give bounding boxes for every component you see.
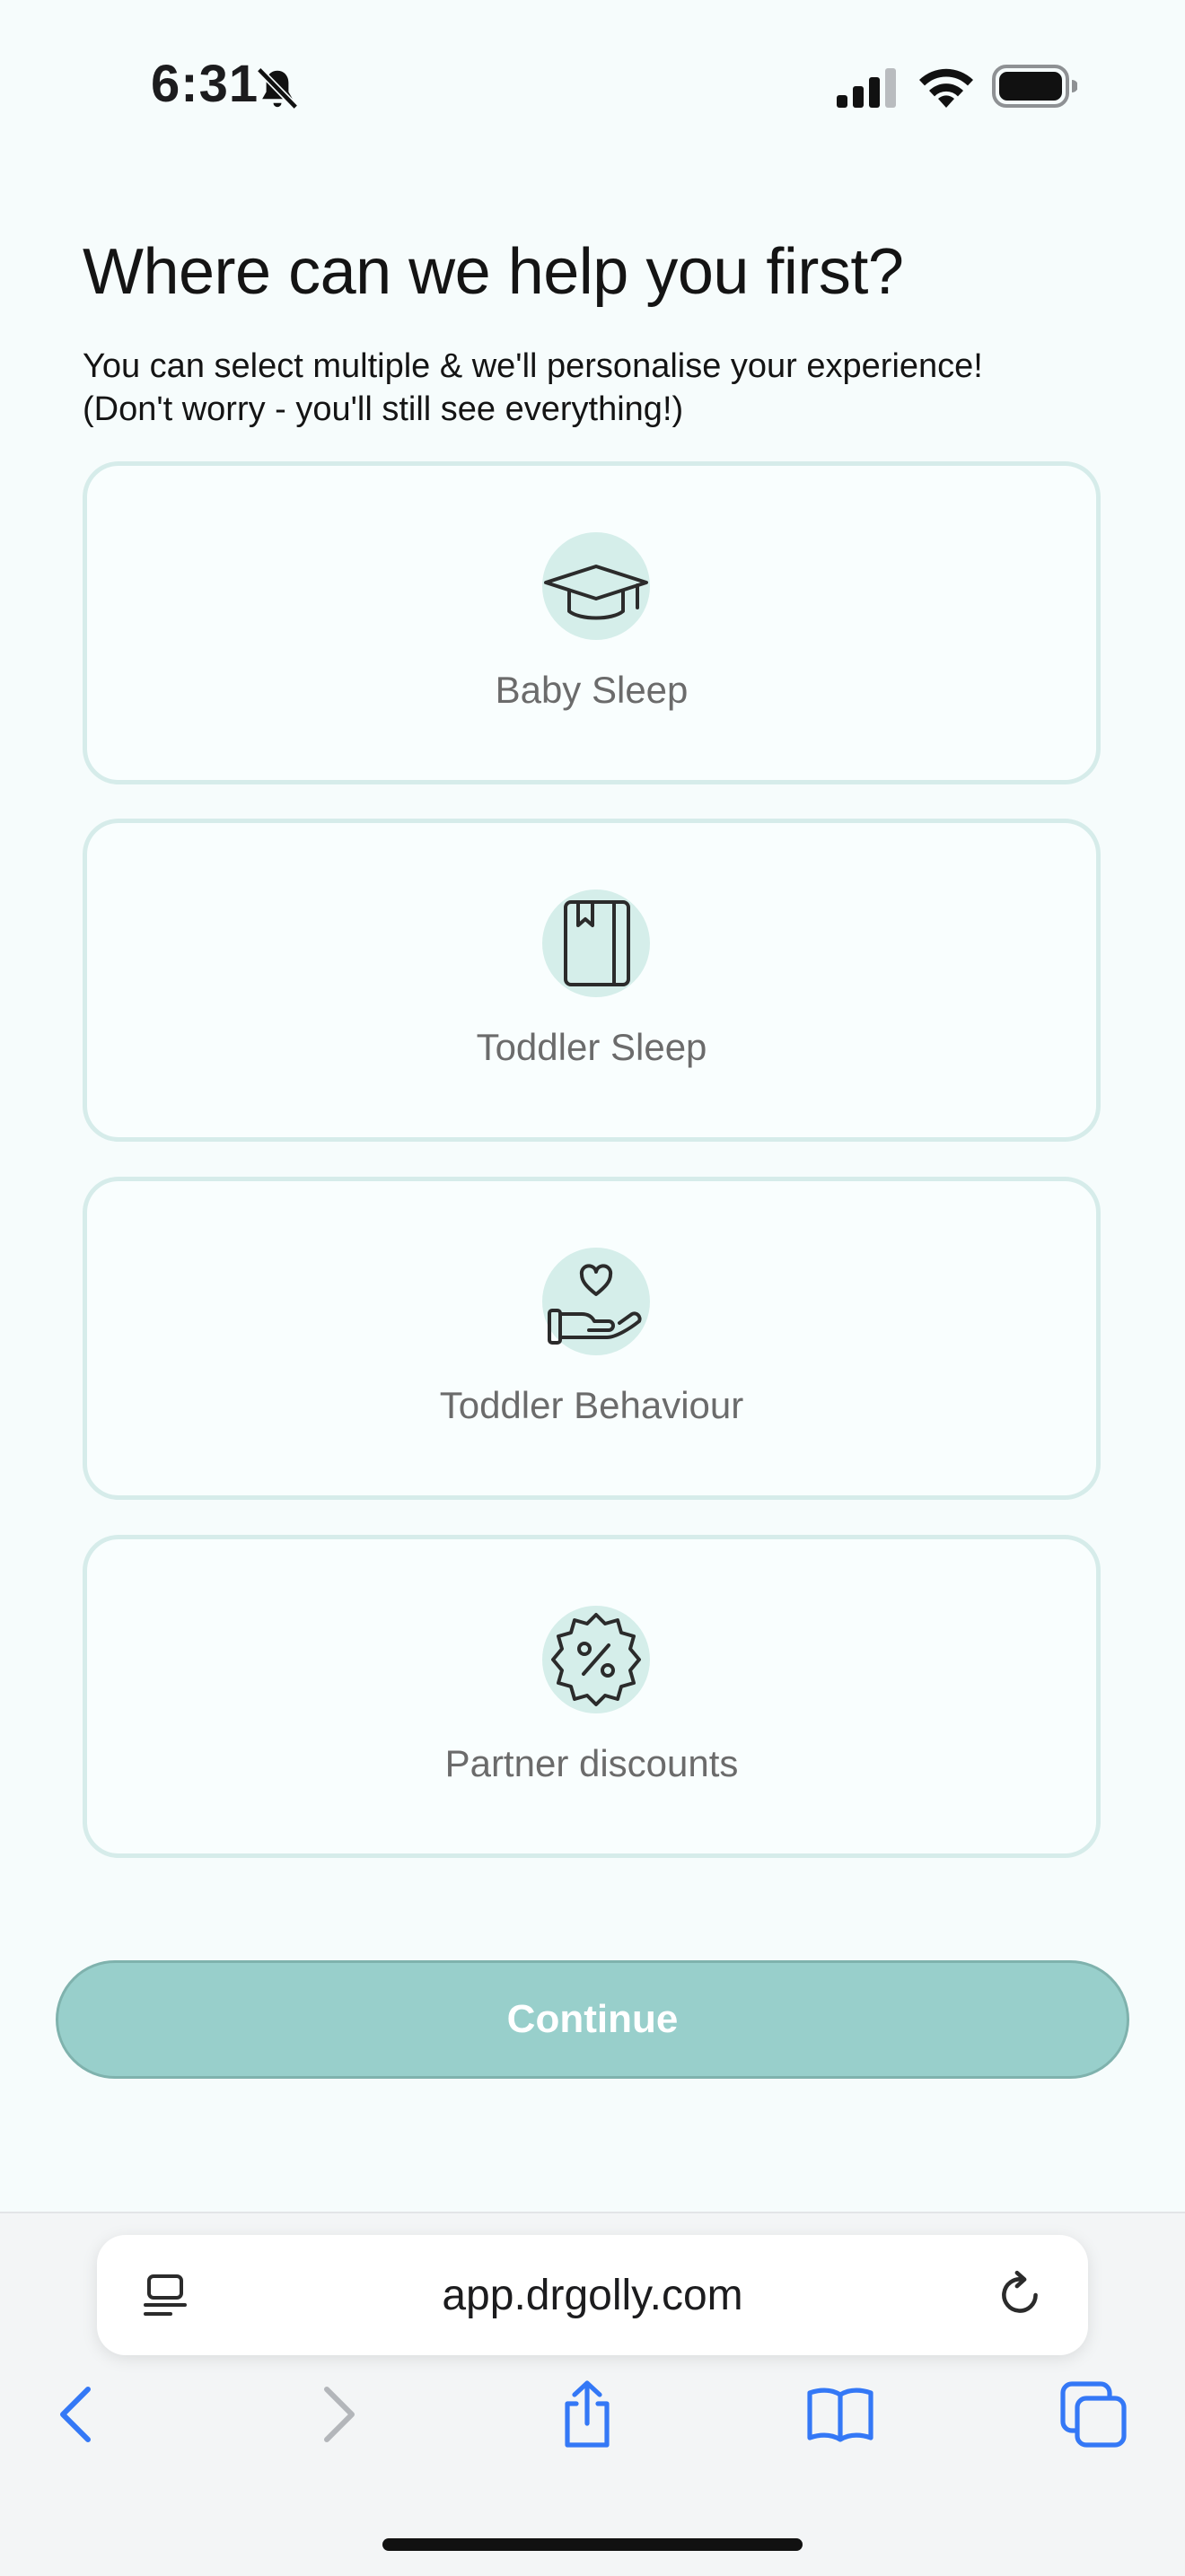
battery-icon [992,65,1077,108]
bell-muted-icon [256,66,299,110]
bookmarks-icon[interactable] [804,2379,876,2450]
option-label: Baby Sleep [495,669,689,711]
url-text[interactable]: app.drgolly.com [97,2271,1088,2320]
discount-badge-icon [551,1613,641,1706]
option-card-partner-discounts[interactable]: Partner discounts [83,1535,1101,1858]
wifi-icon [919,68,973,108]
status-time: 6:31 [151,55,259,113]
option-label: Toddler Sleep [476,1026,707,1068]
icon-circle [542,532,650,640]
browser-toolbar: app.drgolly.com [0,2212,1185,2576]
graduation-cap-icon [544,565,648,620]
icon-circle [542,1606,650,1713]
address-bar[interactable]: app.drgolly.com [97,2235,1088,2355]
hand-heart-icon [548,1264,642,1345]
forward-icon[interactable] [302,2379,373,2450]
page-title: Where can we help you first? [83,236,904,308]
reload-icon[interactable] [995,2269,1047,2321]
subtitle-line-1: You can select multiple & we'll personal… [83,347,983,385]
subtitle-line-2: (Don't worry - you'll still see everythi… [83,390,684,428]
option-card-baby-sleep[interactable]: Baby Sleep [83,461,1101,784]
home-indicator [382,2538,803,2551]
icon-circle [542,889,650,997]
tabs-icon[interactable] [1058,2379,1129,2450]
continue-button[interactable]: Continue [56,1960,1129,2079]
option-label: Partner discounts [444,1742,739,1784]
icon-circle [542,1248,650,1355]
book-icon [564,900,630,986]
share-icon[interactable] [551,2379,623,2450]
option-label: Toddler Behaviour [439,1384,744,1426]
back-icon[interactable] [41,2379,113,2450]
option-card-toddler-sleep[interactable]: Toddler Sleep [83,819,1101,1142]
page-subtitle: You can select multiple & we'll personal… [83,345,1106,431]
cellular-signal-icon [837,68,896,108]
status-bar: 6:31 [0,0,1185,171]
option-card-toddler-behaviour[interactable]: Toddler Behaviour [83,1177,1101,1500]
